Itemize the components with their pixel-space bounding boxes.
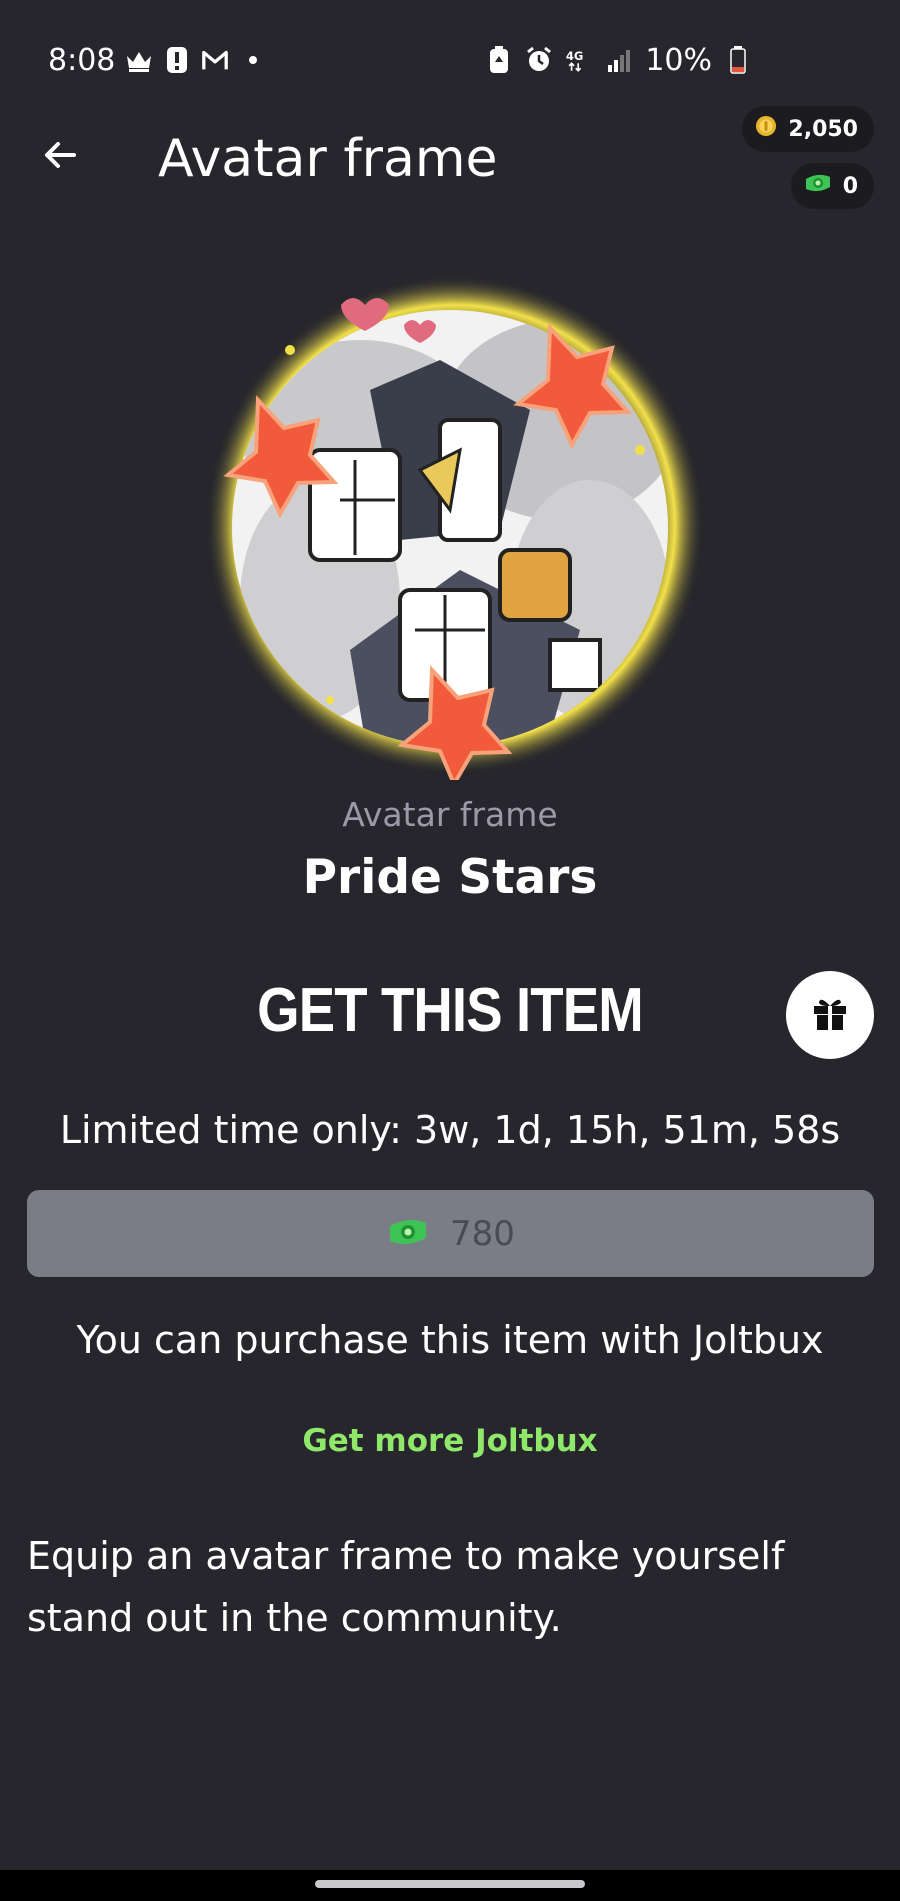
item-description: Equip an avatar frame to make yourself s… [27, 1534, 785, 1640]
status-time: 8:08 [48, 42, 116, 78]
status-bar-left: 8:08 [48, 38, 267, 82]
purchase-note: You can purchase this item with Joltbux [76, 1318, 824, 1362]
battery-percent: 10% [645, 42, 712, 78]
limited-time-countdown: Limited time only: 3w, 1d, 15h, 51m, 58s [59, 1108, 841, 1152]
avatar-frame-image [205, 275, 705, 789]
gift-button[interactable] [786, 971, 874, 1059]
alert-icon [163, 46, 191, 74]
avatar-frame-preview [200, 270, 710, 789]
status-bar-right: 4G 10% [485, 38, 752, 82]
page-title: Avatar frame [158, 129, 498, 189]
alarm-icon [525, 46, 553, 74]
item-type-label: Avatar frame [342, 795, 558, 834]
coin-icon [754, 114, 778, 144]
get-item-heading: GET THIS ITEM [257, 976, 644, 1045]
back-button[interactable] [28, 125, 92, 189]
gift-icon [811, 994, 849, 1036]
gmail-icon [201, 46, 229, 74]
notification-dot-icon [239, 46, 267, 74]
item-name: Pride Stars [302, 850, 598, 905]
price-value: 780 [450, 1213, 515, 1254]
get-more-joltbux-link[interactable]: Get more Joltbux [0, 1423, 900, 1459]
network-4g-icon: 4G [565, 46, 593, 74]
joltbux-icon [803, 171, 833, 201]
arrow-left-icon [40, 135, 80, 179]
joltbux-icon [386, 1215, 430, 1253]
battery-icon [724, 46, 752, 74]
crown-icon [125, 46, 153, 74]
joltbux-amount: 0 [842, 173, 858, 199]
battery-saver-icon [485, 46, 513, 74]
svg-text:4G: 4G [566, 49, 583, 63]
joltbux-balance[interactable]: 0 [790, 163, 874, 209]
coin-balance[interactable]: 2,050 [742, 106, 874, 152]
coin-amount: 2,050 [788, 116, 858, 142]
signal-icon [605, 46, 633, 74]
purchase-button[interactable]: 780 [27, 1190, 874, 1277]
home-handle[interactable] [315, 1880, 585, 1888]
